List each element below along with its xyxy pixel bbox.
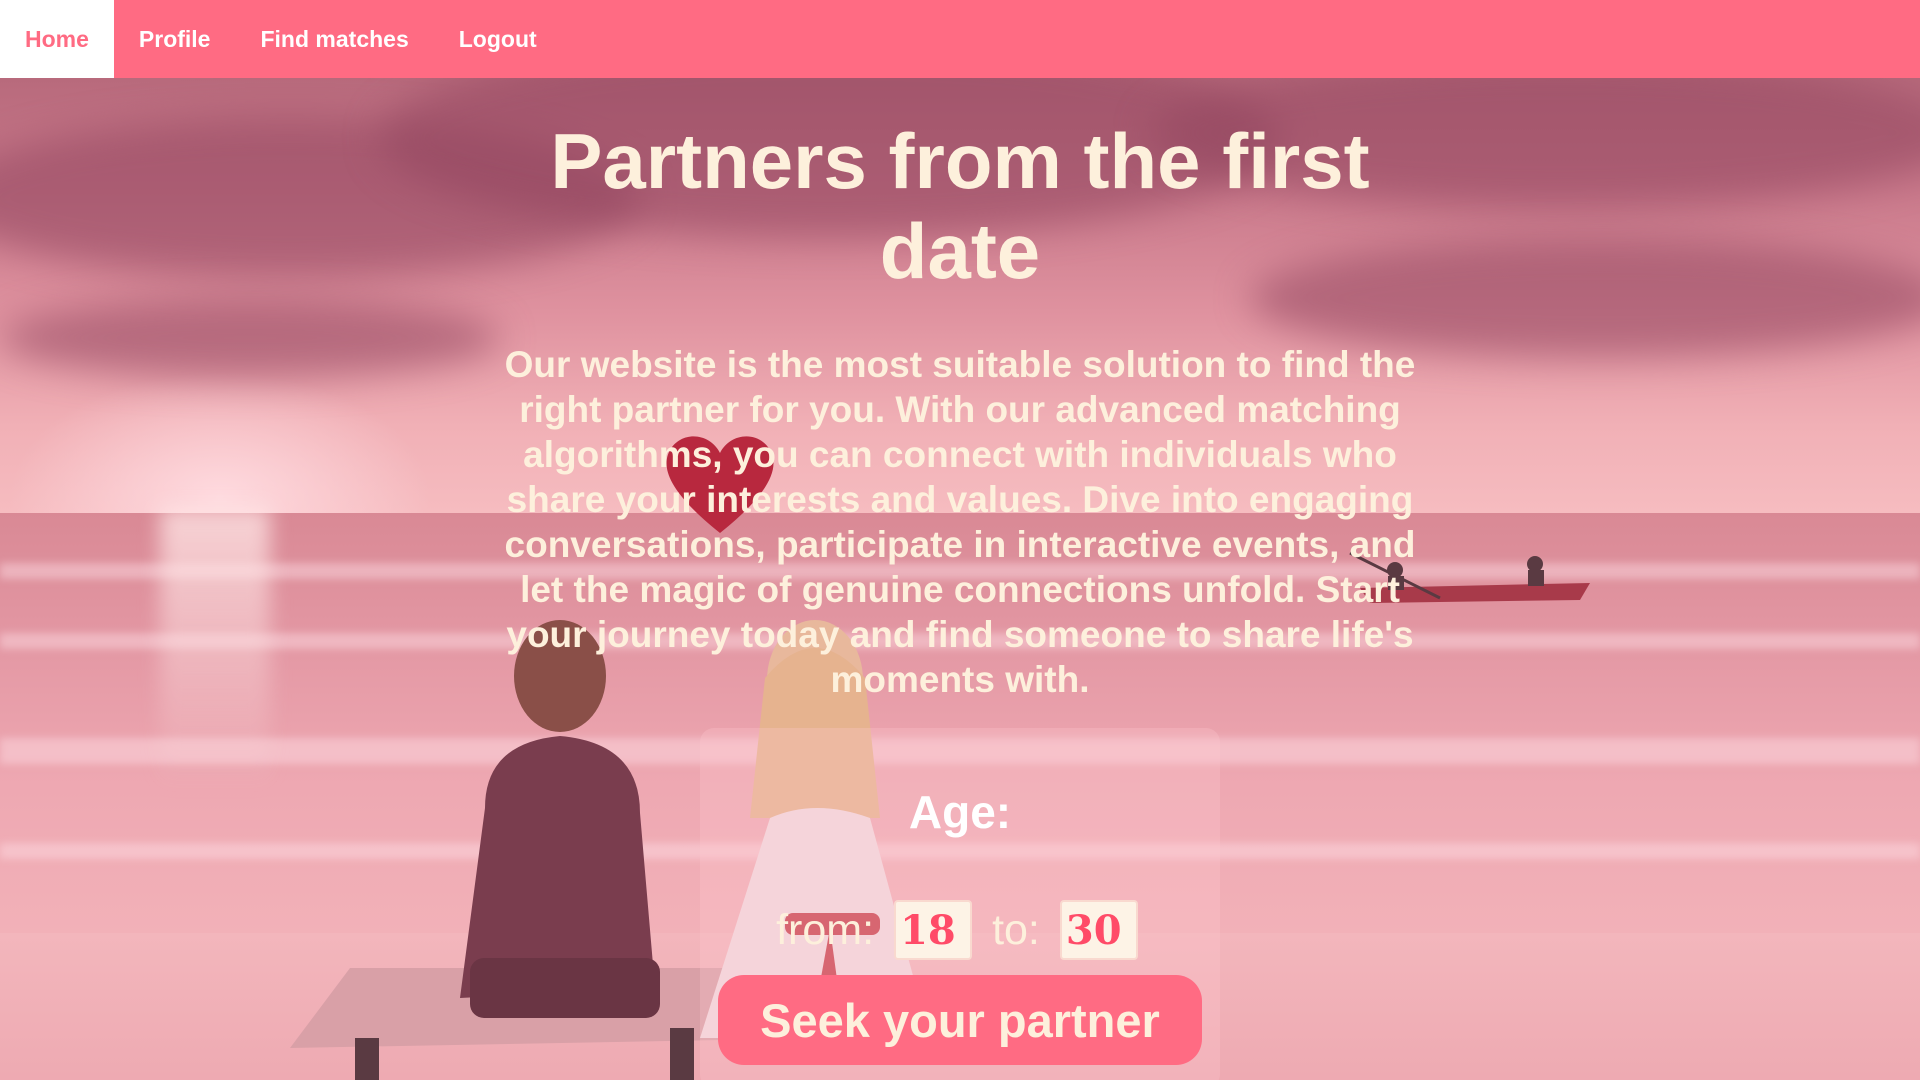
- to-label: to:: [992, 905, 1040, 954]
- nav-find-matches-link[interactable]: Find matches: [235, 0, 433, 78]
- nav-profile-link[interactable]: Profile: [114, 0, 236, 78]
- age-to-input[interactable]: 30: [1059, 900, 1138, 960]
- nav-logout-link[interactable]: Logout: [434, 0, 562, 78]
- age-from-input[interactable]: 18: [894, 900, 973, 960]
- age-range-row: from: 18 to: 30: [700, 900, 1220, 960]
- from-label: from:: [776, 905, 875, 954]
- sun-reflection: [160, 508, 270, 788]
- hero-description: Our website is the most suitable solutio…: [504, 344, 1416, 700]
- age-label: Age:: [908, 786, 1012, 838]
- page-title: Partners from the first date: [550, 117, 1370, 295]
- nav-home-link[interactable]: Home: [0, 0, 114, 78]
- seek-partner-button[interactable]: Seek your partner: [718, 975, 1202, 1065]
- top-navbar: Home Profile Find matches Logout: [0, 0, 1920, 78]
- cloud: [0, 298, 500, 378]
